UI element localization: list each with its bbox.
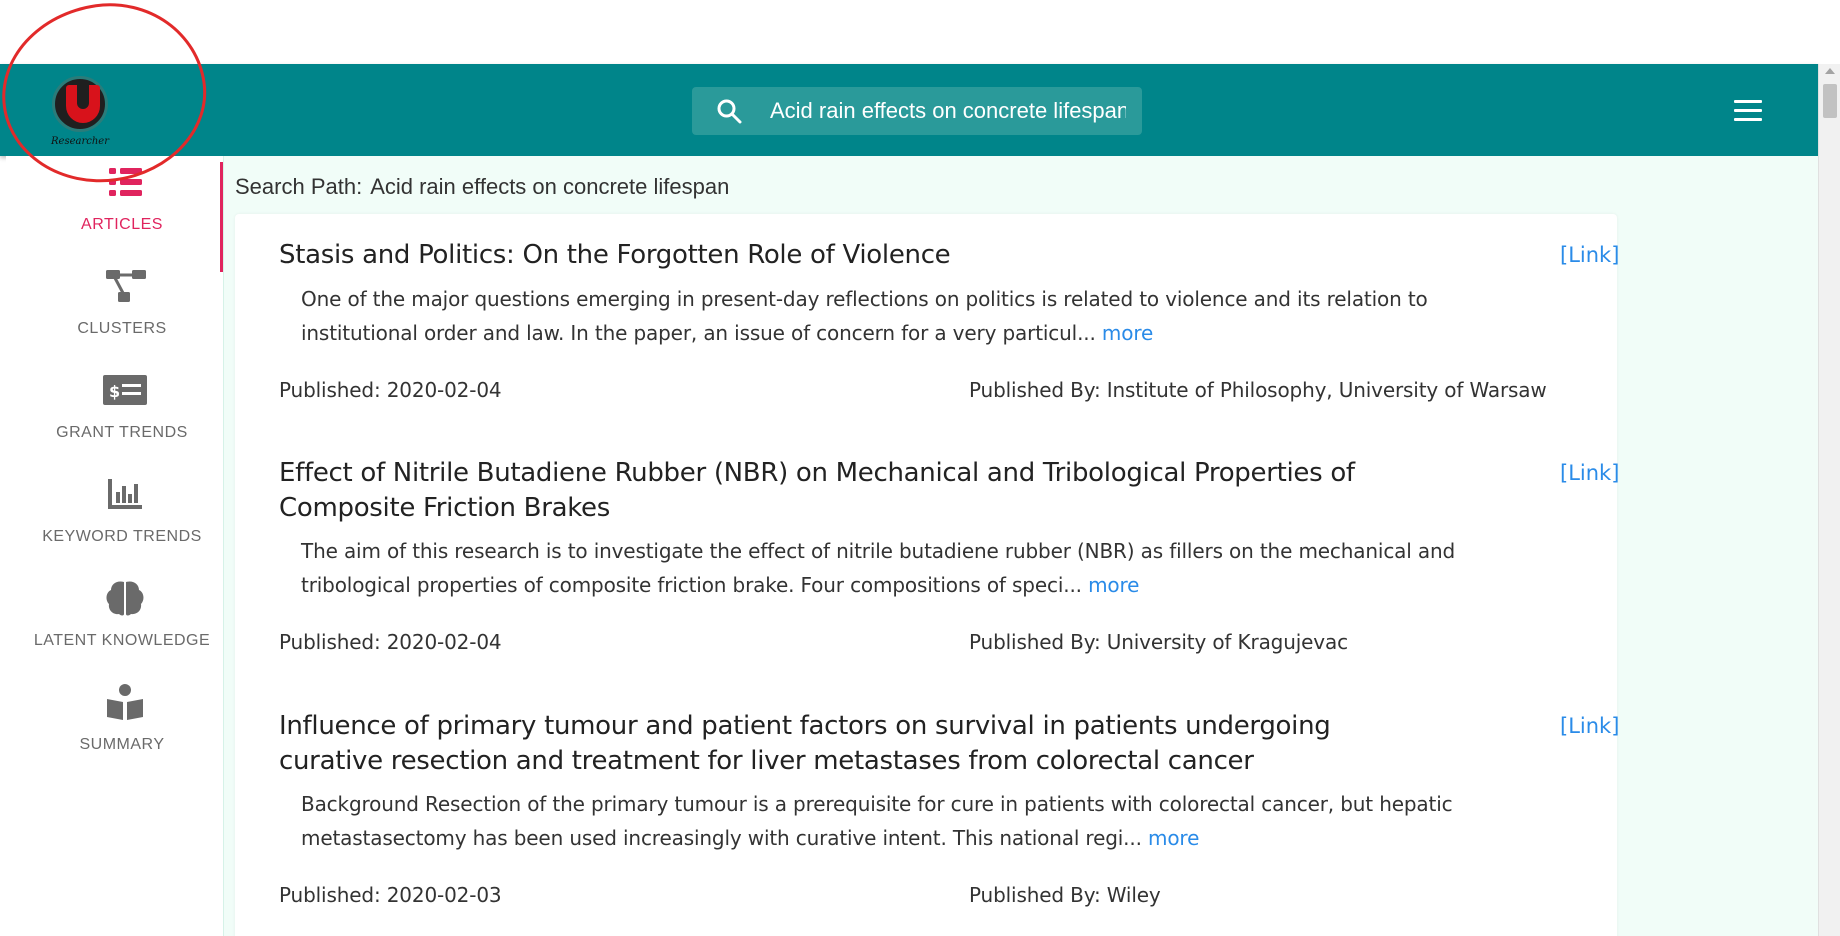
article-abstract: One of the major questions emerging in p… xyxy=(301,282,1531,350)
abstract-text: Background Resection of the primary tumo… xyxy=(301,792,1453,850)
sidebar-item-label: SUMMARY xyxy=(79,736,165,753)
money-check-icon: $ xyxy=(103,375,147,405)
sidebar-item-label: GRANT TRENDS xyxy=(56,424,188,441)
published-date: Published: 2020-02-03 xyxy=(279,883,502,907)
published-date: Published: 2020-02-04 xyxy=(279,630,502,654)
abstract-text: The aim of this research is to investiga… xyxy=(301,539,1456,597)
more-link[interactable]: more xyxy=(1088,573,1139,597)
sidebar: ARTICLES CLUSTERS $ GRANT TRENDS KEYWORD… xyxy=(6,156,224,936)
app-logo[interactable]: Researcher xyxy=(48,76,112,148)
search-input[interactable] xyxy=(770,87,1126,135)
sidebar-item-articles[interactable]: ARTICLES xyxy=(6,144,224,244)
published-by: Published By: Wiley xyxy=(969,883,1161,907)
main-content: Search Path: Acid rain effects on concret… xyxy=(224,156,1818,936)
sidebar-item-grant-trends[interactable]: $ GRANT TRENDS xyxy=(6,352,224,452)
article-abstract: The aim of this research is to investiga… xyxy=(301,534,1531,602)
more-link[interactable]: more xyxy=(1102,321,1153,345)
svg-text:$: $ xyxy=(109,382,120,401)
book-reader-icon xyxy=(107,684,143,720)
sidebar-item-keyword-trends[interactable]: KEYWORD TRENDS xyxy=(6,456,224,556)
list-icon xyxy=(109,168,142,196)
article-title[interactable]: Effect of Nitrile Butadiene Rubber (NBR)… xyxy=(279,456,1439,526)
page: Researcher ARTICLES xyxy=(0,0,1840,936)
article-link[interactable]: [Link] xyxy=(1560,238,1619,273)
top-navbar: Researcher xyxy=(0,64,1818,156)
published-by: Published By: University of Kragujevac xyxy=(969,630,1348,654)
article-link[interactable]: [Link] xyxy=(1560,456,1619,491)
hamburger-menu-icon[interactable] xyxy=(1734,100,1762,122)
logo-u-mark xyxy=(66,85,100,123)
scroll-up-arrow-icon[interactable] xyxy=(1825,68,1835,74)
article-link[interactable]: [Link] xyxy=(1560,709,1619,744)
scrollbar-thumb[interactable] xyxy=(1823,84,1837,118)
sidebar-item-clusters[interactable]: CLUSTERS xyxy=(6,248,224,348)
sitemap-icon xyxy=(106,270,146,302)
search-path: Search Path: Acid rain effects on concret… xyxy=(235,174,729,200)
sidebar-item-label: LATENT KNOWLEDGE xyxy=(33,632,211,649)
page-scrollbar[interactable] xyxy=(1818,64,1840,936)
article-abstract: Background Resection of the primary tumo… xyxy=(301,787,1531,855)
sidebar-item-label: KEYWORD TRENDS xyxy=(42,528,202,545)
article-title[interactable]: Stasis and Politics: On the Forgotten Ro… xyxy=(279,238,1439,273)
sidebar-item-latent-knowledge[interactable]: LATENT KNOWLEDGE xyxy=(6,560,224,660)
brain-icon xyxy=(106,581,144,616)
search-path-label: Search Path: xyxy=(235,174,363,199)
logo-badge xyxy=(52,76,108,132)
more-link[interactable]: more xyxy=(1148,826,1199,850)
published-by: Published By: Institute of Philosophy, U… xyxy=(969,378,1547,402)
published-date: Published: 2020-02-04 xyxy=(279,378,502,402)
sidebar-item-label: ARTICLES xyxy=(81,216,163,233)
abstract-text: One of the major questions emerging in p… xyxy=(301,287,1428,345)
bar-chart-icon xyxy=(108,479,142,509)
sidebar-item-label: CLUSTERS xyxy=(77,320,167,337)
search-path-value: Acid rain effects on concrete lifespan xyxy=(370,174,730,199)
sidebar-item-summary[interactable]: SUMMARY xyxy=(6,664,224,764)
articles-list: Stasis and Politics: On the Forgotten Ro… xyxy=(235,214,1619,936)
article-title[interactable]: Influence of primary tumour and patient … xyxy=(279,709,1439,779)
search-icon[interactable] xyxy=(716,98,742,124)
search-bar[interactable] xyxy=(692,87,1142,135)
